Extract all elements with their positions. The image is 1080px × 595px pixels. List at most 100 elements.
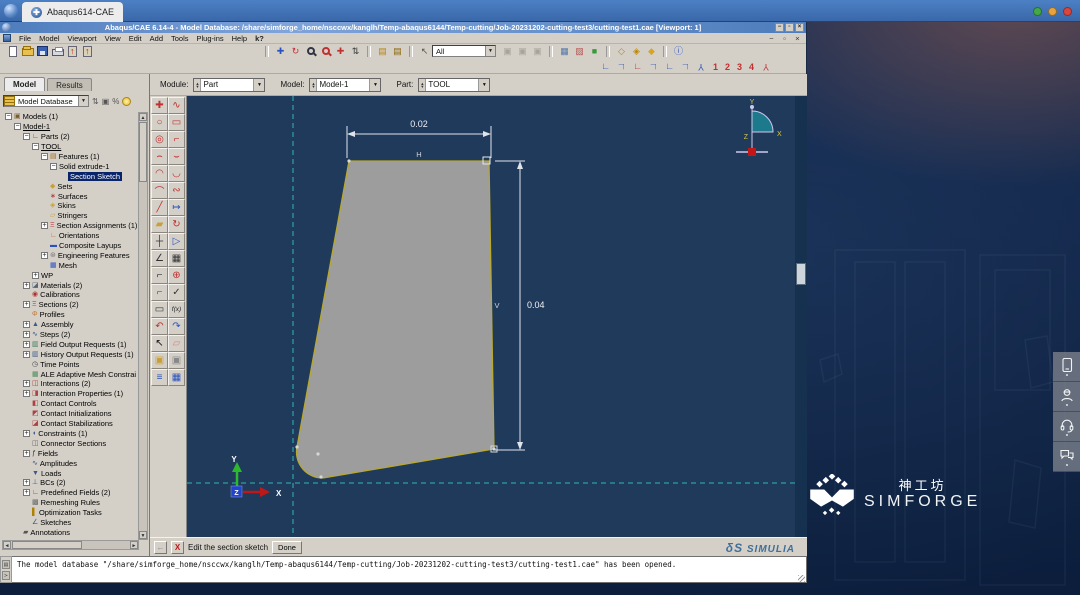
- side-headset-button[interactable]: [1053, 412, 1080, 442]
- selection-arrow-button[interactable]: ↖: [417, 45, 432, 58]
- auto-fit-view-button[interactable]: ✚: [333, 45, 348, 58]
- tree-expander[interactable]: +: [23, 380, 30, 388]
- auto-trim-tool[interactable]: ▰: [151, 216, 168, 233]
- tree-item[interactable]: ▦ ALE Adaptive Mesh Constrai: [2, 369, 139, 379]
- tree-item[interactable]: ◉ Calibrations: [2, 290, 139, 300]
- side-chat-button[interactable]: [1053, 442, 1080, 472]
- tree-item[interactable]: + ▲ Assembly: [2, 320, 139, 330]
- delete-tool[interactable]: ▱: [168, 335, 185, 352]
- tree-item[interactable]: − Model-1: [2, 122, 139, 132]
- tree-item[interactable]: Section Sketch: [2, 171, 139, 181]
- tree-item[interactable]: + ⊥ BCs (2): [2, 478, 139, 488]
- tree-item[interactable]: + ∿ Steps (2): [2, 330, 139, 340]
- scroll-right-arrow[interactable]: ►: [130, 541, 138, 549]
- tree-expander[interactable]: +: [41, 222, 48, 230]
- attach-database-button[interactable]: [80, 45, 95, 58]
- model-combo[interactable]: ▲ ▼ Model-1 ▼: [309, 77, 382, 92]
- mdi-close-button[interactable]: ×: [793, 34, 802, 43]
- tree-item[interactable]: ∗ Surfaces: [2, 191, 139, 201]
- tree-expander[interactable]: +: [23, 340, 30, 348]
- sketcher-options-tool[interactable]: ≡: [151, 369, 168, 386]
- angle-dimension-tool[interactable]: ∠: [151, 250, 168, 267]
- height-dimension-value[interactable]: 0.04: [527, 300, 545, 310]
- save-button[interactable]: [35, 45, 50, 58]
- tree-item[interactable]: ▼ Loads: [2, 468, 139, 478]
- message-area[interactable]: The model database "/share/simforge_home…: [0, 556, 807, 583]
- tree-item[interactable]: ◪ Contact Stabilizations: [2, 419, 139, 429]
- create-point-tool[interactable]: ✚: [151, 97, 168, 114]
- tree-expander[interactable]: +: [23, 350, 30, 358]
- session-maximize-button[interactable]: [1048, 7, 1057, 16]
- context-help-icon[interactable]: k?: [251, 34, 268, 43]
- tree-item[interactable]: + ◖ Constraints (1): [2, 429, 139, 439]
- tab-model[interactable]: Model: [4, 77, 46, 91]
- fillet-center-marker[interactable]: [316, 452, 320, 456]
- redo-button[interactable]: ↷: [168, 318, 185, 335]
- open-file-button[interactable]: [20, 45, 35, 58]
- tree-item[interactable]: − ▤ Features (1): [2, 152, 139, 162]
- tree-item[interactable]: ◷ Time Points: [2, 359, 139, 369]
- view-left-button[interactable]: ∟: [662, 60, 677, 73]
- selection-filter-combo[interactable]: All ▼: [432, 45, 496, 57]
- menu-file[interactable]: File: [15, 34, 35, 43]
- sketch-profile[interactable]: [295, 160, 495, 479]
- tree-item[interactable]: + ƒ Fields: [2, 448, 139, 458]
- tree-item[interactable]: ▩ Remeshing Rules: [2, 498, 139, 508]
- cube-view-button-3[interactable]: ◆: [644, 45, 659, 58]
- load-sketch-tool[interactable]: ▣: [168, 352, 185, 369]
- render-beam-profiles-button[interactable]: ▤: [375, 45, 390, 58]
- select-tool[interactable]: ↖: [151, 335, 168, 352]
- previous-prompt-button[interactable]: ←: [154, 540, 167, 554]
- tree-spin-icon[interactable]: ⇅: [92, 97, 99, 106]
- tree-expander[interactable]: +: [23, 429, 30, 437]
- circle-tool[interactable]: ○: [151, 114, 168, 131]
- tree-item[interactable]: − Solid extrude-1: [2, 161, 139, 171]
- menu-add[interactable]: Add: [146, 34, 167, 43]
- tree-item[interactable]: ▦ Mesh: [2, 260, 139, 270]
- scrollbar-thumb[interactable]: [12, 541, 82, 549]
- tree-expander[interactable]: +: [32, 271, 39, 279]
- tree-expander[interactable]: +: [23, 281, 30, 289]
- toolbar-disabled-button-1[interactable]: ▣: [500, 45, 515, 58]
- mdi-restore-button[interactable]: ▫: [780, 34, 789, 43]
- cycle-views-button[interactable]: ⇅: [348, 45, 363, 58]
- chevron-down-icon[interactable]: ▼: [369, 78, 381, 91]
- rotate-view-button[interactable]: ↻: [288, 45, 303, 58]
- fillet-corner-tool[interactable]: ⌐: [168, 131, 185, 148]
- tree-expander[interactable]: +: [23, 479, 30, 487]
- chevron-down-icon[interactable]: ▼: [253, 78, 265, 91]
- window-close-button[interactable]: ×: [795, 23, 804, 32]
- tree-item[interactable]: + ◪ Materials (2): [2, 280, 139, 290]
- tree-expander[interactable]: −: [32, 143, 39, 151]
- resize-grip[interactable]: [798, 575, 805, 582]
- tree-item[interactable]: + ⊛ Engineering Features: [2, 250, 139, 260]
- tree-item[interactable]: ▱ Stringers: [2, 211, 139, 221]
- chevron-down-icon[interactable]: ▼: [485, 46, 495, 56]
- cube-view-button-1[interactable]: ◇: [614, 45, 629, 58]
- save-sketch-tool[interactable]: ▣: [151, 352, 168, 369]
- menu-edit[interactable]: Edit: [125, 34, 146, 43]
- spinner-icon[interactable]: ▲ ▼: [419, 78, 427, 91]
- mdi-window-icon[interactable]: [3, 34, 11, 42]
- spline-tool[interactable]: ∿: [168, 97, 185, 114]
- saved-view-4-button[interactable]: 4: [746, 62, 757, 72]
- project-edges-tool[interactable]: ▷: [168, 233, 185, 250]
- tree-item[interactable]: ◩ Contact Initializations: [2, 409, 139, 419]
- tree-box-icon[interactable]: ▣: [102, 97, 110, 106]
- scroll-down-arrow[interactable]: ▼: [139, 531, 147, 539]
- view-back-button[interactable]: ∟: [614, 60, 629, 73]
- tree-item[interactable]: ◆ Sets: [2, 181, 139, 191]
- spinner-icon[interactable]: ▲ ▼: [194, 78, 202, 91]
- curve-tool[interactable]: ∾: [168, 182, 185, 199]
- window-restore-button[interactable]: ▫: [785, 23, 794, 32]
- vertex-marker[interactable]: [347, 159, 351, 163]
- tree-expander[interactable]: +: [23, 449, 30, 457]
- tree-expander[interactable]: +: [23, 321, 30, 329]
- tree-item[interactable]: − TOOL: [2, 142, 139, 152]
- side-avatar-button[interactable]: [1053, 382, 1080, 412]
- module-combo[interactable]: ▲ ▼ Part ▼: [193, 77, 266, 92]
- tree-item[interactable]: − ▣ Models (1): [2, 112, 139, 122]
- tree-item[interactable]: − ∟ Parts (2): [2, 132, 139, 142]
- construction-line-tool[interactable]: ┼: [151, 233, 168, 250]
- tree-item[interactable]: + Ξ Sections (2): [2, 300, 139, 310]
